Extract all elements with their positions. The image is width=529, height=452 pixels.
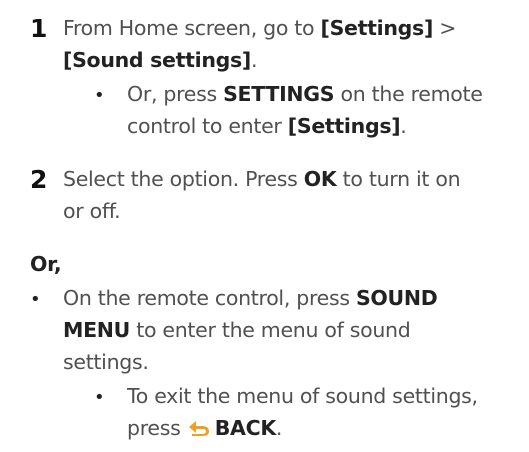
alt-sub-end: . xyxy=(275,416,283,440)
step-2-text: Select the option. Press xyxy=(63,167,304,191)
alt-text-1: On the remote control, press xyxy=(63,286,356,310)
menu-key-label: MENU xyxy=(63,318,131,342)
step-1-separator: > xyxy=(433,16,457,40)
alt-line-2: MENU to enter the menu of sound xyxy=(63,314,411,347)
settings-menu-label: [Settings] xyxy=(287,114,401,138)
step-1-sub-line-2: control to enter [Settings]. xyxy=(127,110,407,143)
sub-1-text: Or, press xyxy=(127,82,224,106)
alt-sub-line-1: To exit the menu of sound settings, xyxy=(127,384,478,408)
back-key-label: BACK xyxy=(214,416,277,440)
instruction-page: 1 From Home screen, go to [Settings] > [… xyxy=(0,0,529,452)
settings-key-label: SETTINGS xyxy=(223,82,335,106)
bullet-alt: • xyxy=(30,289,41,310)
sound-settings-label: [Sound settings] xyxy=(63,48,251,72)
alt-sub-text: press xyxy=(127,416,187,440)
step-2-after: to turn it on xyxy=(336,167,461,191)
settings-label: [Settings] xyxy=(320,16,434,40)
step-1-text: From Home screen, go to xyxy=(63,16,321,40)
alt-text-2: to enter the menu of sound xyxy=(130,318,411,342)
step-2-line-2: or off. xyxy=(63,199,121,223)
step-1-sub-line-1: Or, press SETTINGS on the remote xyxy=(127,78,483,111)
step-2-line-1: Select the option. Press OK to turn it o… xyxy=(63,163,461,196)
step-number-1: 1 xyxy=(30,14,48,43)
step-1-line-1: From Home screen, go to [Settings] > xyxy=(63,12,456,45)
alt-line-3: settings. xyxy=(63,350,149,374)
alt-sub-line-2: press BACK. xyxy=(127,412,282,445)
sound-key-label: SOUND xyxy=(355,286,438,310)
bullet-alt-sub: • xyxy=(94,387,105,408)
step-1-line-2: [Sound settings]. xyxy=(63,44,258,77)
sub-1-after: on the remote xyxy=(334,82,483,106)
bullet-1a: • xyxy=(94,85,105,106)
back-arrow-icon xyxy=(187,413,211,436)
step-1-end: . xyxy=(251,48,258,72)
alt-line-1: On the remote control, press SOUND xyxy=(63,282,438,315)
sub-1-end: . xyxy=(400,114,407,138)
ok-key-label: OK xyxy=(303,167,337,191)
step-number-2: 2 xyxy=(30,165,48,194)
or-heading: Or, xyxy=(30,252,62,276)
sub-1-text-2: control to enter xyxy=(127,114,288,138)
